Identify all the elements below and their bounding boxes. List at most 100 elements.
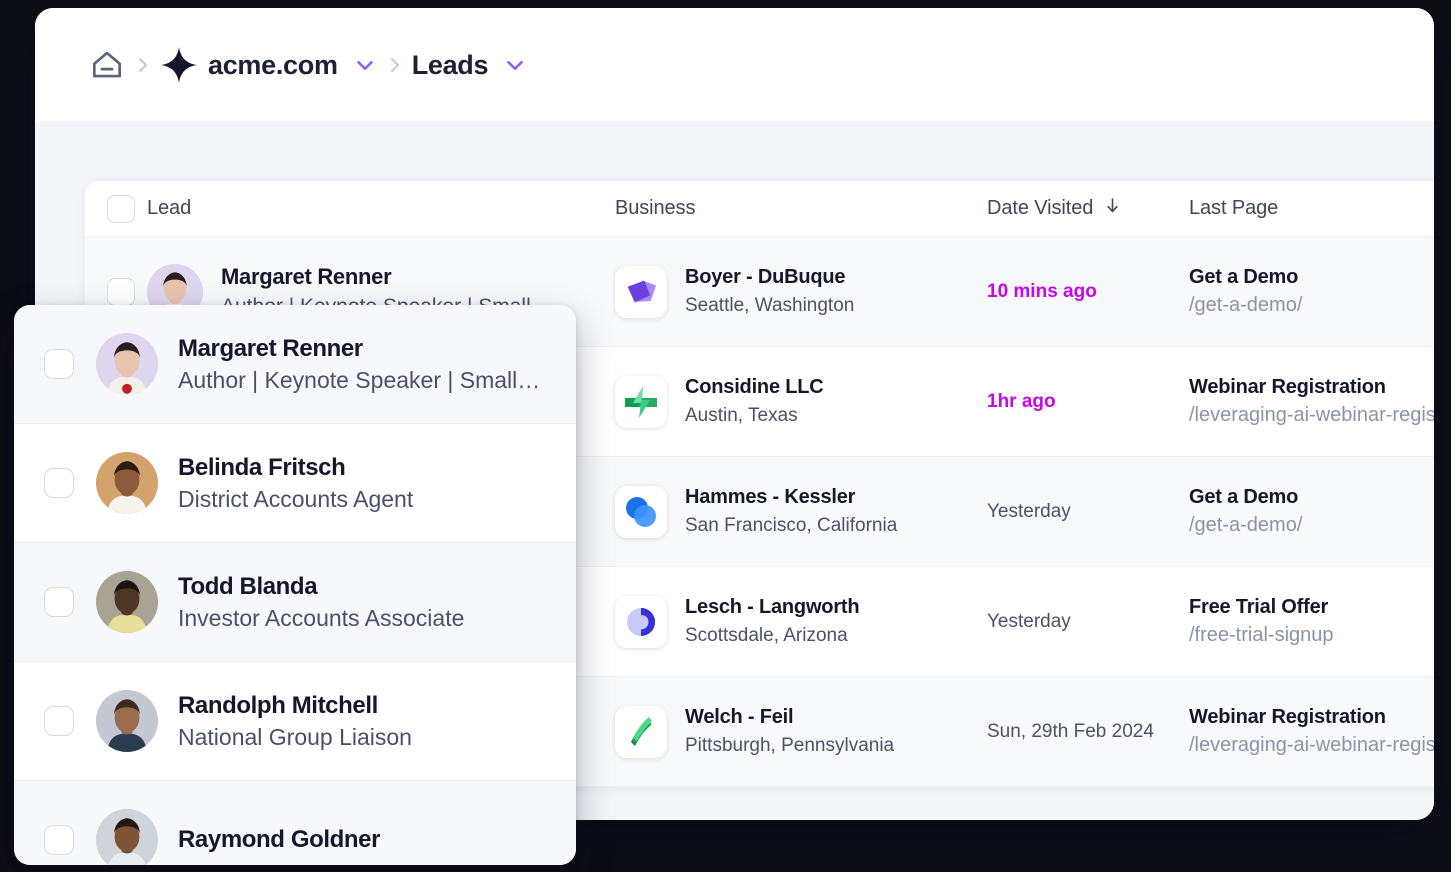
column-header-date-visited[interactable]: Date Visited [987,196,1189,221]
business-location: Pittsburgh, Pennsylvania [685,735,895,756]
avatar-randolph-mitchell [96,690,158,752]
last-page-title: Webinar Registration [1189,706,1386,728]
overlay-lead-title: Investor Accounts Associate [178,604,465,631]
select-all-checkbox[interactable] [107,194,135,223]
overlay-lead-name: Margaret Renner [178,334,363,362]
cell-business: Welch - Feil Pittsburgh, Pennsylvania [615,705,987,758]
last-page-title: Free Trial Offer [1189,596,1329,618]
table-header-row: Lead Business Date Visited Last Page [85,181,1434,237]
column-header-lead[interactable]: Lead [147,197,615,220]
overlay-lead-title: National Group Liaison [178,723,412,750]
overlay-lead-title: District Accounts Agent [178,485,414,512]
breadcrumb-separator-1 [126,53,160,77]
sparkle-icon [160,46,208,84]
overlay-list-item[interactable]: Raymond Goldner [14,781,576,865]
cell-last-page: Free Trial Offer /free-trial-signup [1189,596,1434,647]
date-visited-value: Sun, 29th Feb 2024 [987,720,1154,742]
overlay-row-text: Raymond Goldner [178,826,380,854]
cell-last-page: Webinar Registration /leveraging-ai-webi… [1189,376,1434,427]
breadcrumb: acme.com Leads [88,46,528,84]
business-name: Considine LLC [685,376,824,398]
hammes-kessler-logo [615,485,667,538]
business-name: Boyer - DuBuque [685,266,846,288]
overlay-lead-name: Randolph Mitchell [178,691,378,719]
select-all-cell [85,194,147,223]
overlay-list: Margaret Renner Author | Keynote Speaker… [14,305,576,865]
cell-business: Lesch - Langworth Scottsdale, Arizona [615,595,987,648]
avatar-margaret-renner [96,333,158,395]
date-visited-value: 10 mins ago [987,280,1097,302]
last-page-title: Get a Demo [1189,486,1299,508]
cell-date-visited: Sun, 29th Feb 2024 [987,721,1189,743]
last-page-url: /free-trial-signup [1189,624,1334,646]
overlay-list-item[interactable]: Randolph Mitchell National Group Liaison [14,662,576,781]
overlay-row-checkbox[interactable] [44,468,74,498]
cell-last-page: Get a Demo /get-a-demo/ [1189,266,1434,317]
last-page-url: /get-a-demo/ [1189,294,1303,316]
boyer-dubuque-logo [615,265,667,318]
considine-llc-logo [615,375,667,428]
breadcrumb-item-acme[interactable]: acme.com [160,46,378,84]
last-page-title: Webinar Registration [1189,376,1386,398]
chevron-down-icon-acme[interactable] [352,52,378,78]
business-location: San Francisco, California [685,515,898,536]
cell-business: Considine LLC Austin, Texas [615,375,987,428]
overlay-list-item[interactable]: Todd Blanda Investor Accounts Associate [14,543,576,662]
cell-date-visited: Yesterday [987,501,1189,523]
app-header: acme.com Leads [35,8,1434,123]
date-visited-value: 1hr ago [987,390,1056,412]
breadcrumb-label-acme: acme.com [208,49,338,80]
cell-last-page: Get a Demo /get-a-demo/ [1189,486,1434,537]
cell-business: Boyer - DuBuque Seattle, Washington [615,265,987,318]
business-location: Seattle, Washington [685,295,855,316]
avatar-belinda-fritsch [96,452,158,514]
last-page-title: Get a Demo [1189,266,1299,288]
overlay-row-text: Belinda Fritsch District Accounts Agent [178,454,413,513]
overlay-row-text: Randolph Mitchell National Group Liaison [178,692,412,751]
last-page-url: /leveraging-ai-webinar-register [1189,734,1434,756]
overlay-list-item[interactable]: Belinda Fritsch District Accounts Agent [14,424,576,543]
business-name: Lesch - Langworth [685,596,860,618]
overlay-row-checkbox[interactable] [44,706,74,736]
overlay-lead-name: Todd Blanda [178,572,318,600]
arrow-down-icon [1103,196,1122,221]
overlay-lead-name: Raymond Goldner [178,826,381,853]
column-header-last-page[interactable]: Last Page [1189,197,1434,220]
business-location: Austin, Texas [685,405,798,426]
overlay-list-item[interactable]: Margaret Renner Author | Keynote Speaker… [14,305,576,424]
column-header-date-visited-label: Date Visited [987,197,1094,219]
cell-date-visited: 10 mins ago [987,281,1189,303]
overlay-lead-name: Belinda Fritsch [178,453,346,481]
cell-last-page: Webinar Registration /leveraging-ai-webi… [1189,706,1434,757]
cell-business: Hammes - Kessler San Francisco, Californ… [615,485,987,538]
lesch-langworth-logo [615,595,667,648]
overlay-lead-title: Author | Keynote Speaker | Small… [178,366,541,393]
breadcrumb-separator-2 [378,53,412,77]
column-header-business[interactable]: Business [615,197,987,220]
business-name: Hammes - Kessler [685,486,856,508]
date-visited-value: Yesterday [987,500,1071,522]
last-page-url: /get-a-demo/ [1189,514,1303,536]
home-icon[interactable] [88,46,126,84]
avatar-raymond-goldner [96,809,158,865]
leads-overlay-panel: Margaret Renner Author | Keynote Speaker… [14,305,576,865]
screenshot-stage: acme.com Leads Lead Business Date Visite… [0,0,1451,872]
overlay-row-checkbox[interactable] [44,825,74,855]
avatar-todd-blanda [96,571,158,633]
business-location: Scottsdale, Arizona [685,625,848,646]
chevron-down-icon-leads[interactable] [502,52,528,78]
welch-feil-logo [615,705,667,758]
business-name: Welch - Feil [685,706,794,728]
overlay-row-text: Todd Blanda Investor Accounts Associate [178,573,464,632]
date-visited-value: Yesterday [987,610,1071,632]
row-checkbox[interactable] [107,277,135,306]
cell-date-visited: 1hr ago [987,391,1189,413]
overlay-row-checkbox[interactable] [44,349,74,379]
breadcrumb-label-leads: Leads [411,49,489,80]
last-page-url: /leveraging-ai-webinar-register [1189,404,1434,426]
lead-name: Margaret Renner [221,264,392,289]
row-select-cell [85,277,147,306]
overlay-row-text: Margaret Renner Author | Keynote Speaker… [178,335,540,394]
breadcrumb-item-leads[interactable]: Leads [412,50,529,81]
overlay-row-checkbox[interactable] [44,587,74,617]
